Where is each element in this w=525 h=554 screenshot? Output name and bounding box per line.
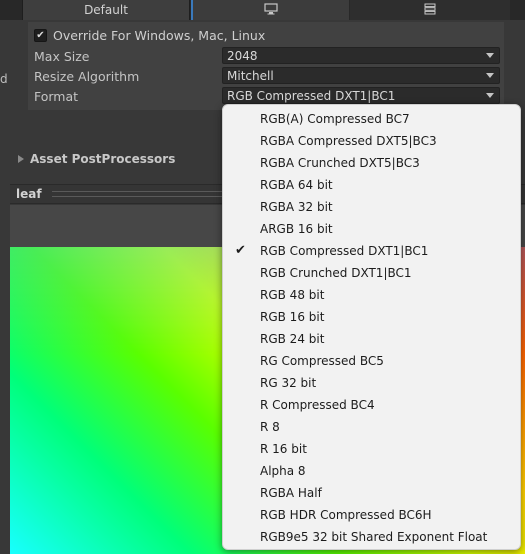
- chevron-down-icon: [486, 73, 494, 78]
- resize-algorithm-label: Resize Algorithm: [34, 69, 140, 84]
- override-row[interactable]: ✔ Override For Windows, Mac, Linux: [34, 25, 265, 45]
- format-option[interactable]: RGBA Compressed DXT5|BC3: [223, 130, 520, 152]
- foldout-arrow-icon: [18, 155, 24, 163]
- platform-tab-bar: Default: [0, 0, 525, 20]
- format-option[interactable]: RGB 48 bit: [223, 284, 520, 306]
- format-option[interactable]: RGB 16 bit: [223, 306, 520, 328]
- resize-algorithm-value: Mitchell: [227, 68, 274, 83]
- format-value: RGB Compressed DXT1|BC1: [227, 88, 396, 103]
- tab-dedicated-server[interactable]: [350, 0, 510, 20]
- format-option-label: RGBA 32 bit: [260, 200, 333, 214]
- format-option-label: RGB9e5 32 bit Shared Exponent Float: [260, 530, 488, 544]
- chevron-down-icon: [486, 53, 494, 58]
- checkmark-icon: ✔: [235, 243, 246, 258]
- format-option[interactable]: RGBA Crunched DXT5|BC3: [223, 152, 520, 174]
- format-option-label: R 16 bit: [260, 442, 307, 456]
- format-option[interactable]: Alpha 8: [223, 460, 520, 482]
- format-option-label: RGB HDR Compressed BC6H: [260, 508, 432, 522]
- format-option-label: ARGB 16 bit: [260, 222, 333, 236]
- monitor-icon: [264, 2, 278, 18]
- format-option[interactable]: ARGB 16 bit: [223, 218, 520, 240]
- format-option[interactable]: ✔ RGB Compressed DXT1|BC1: [223, 240, 520, 262]
- format-option-label: RGBA Crunched DXT5|BC3: [260, 156, 420, 170]
- format-option-label: Alpha 8: [260, 464, 306, 478]
- format-option[interactable]: RG Compressed BC5: [223, 350, 520, 372]
- format-option-label: RGB Crunched DXT1|BC1: [260, 266, 412, 280]
- format-option[interactable]: R 8: [223, 416, 520, 438]
- clipped-label: d: [0, 72, 8, 86]
- max-size-label: Max Size: [34, 49, 90, 64]
- format-option[interactable]: RG 32 bit: [223, 372, 520, 394]
- override-checkbox[interactable]: ✔: [34, 28, 47, 42]
- asset-postprocessors-label: Asset PostProcessors: [30, 152, 176, 166]
- format-option-label: RGB(A) Compressed BC7: [260, 112, 410, 126]
- format-option[interactable]: RGBA Half: [223, 482, 520, 504]
- format-label: Format: [34, 89, 79, 104]
- override-label: Override For Windows, Mac, Linux: [53, 27, 266, 43]
- tab-default[interactable]: Default: [22, 0, 190, 20]
- chevron-down-icon: [486, 93, 494, 98]
- format-option-label: RGB 16 bit: [260, 310, 325, 324]
- format-option-label: RG Compressed BC5: [260, 354, 384, 368]
- format-option-label: R Compressed BC4: [260, 398, 375, 412]
- format-option-label: RGB Compressed DXT1|BC1: [260, 244, 429, 258]
- format-options-list: RGB(A) Compressed BC7 RGBA Compressed DXT…: [223, 108, 520, 548]
- format-option-label: RGBA Compressed DXT5|BC3: [260, 134, 437, 148]
- format-option[interactable]: RGB9e5 32 bit Shared Exponent Float: [223, 526, 520, 548]
- asset-postprocessors-foldout[interactable]: Asset PostProcessors: [18, 152, 175, 166]
- max-size-value: 2048: [227, 48, 258, 63]
- resize-algorithm-dropdown[interactable]: Mitchell: [222, 67, 500, 84]
- format-option-label: RG 32 bit: [260, 376, 317, 390]
- platform-settings-panel: ✔ Override For Windows, Mac, Linux Max S…: [28, 22, 504, 110]
- format-option[interactable]: RGB 24 bit: [223, 328, 520, 350]
- format-option[interactable]: RGB(A) Compressed BC7: [223, 108, 520, 130]
- format-option-label: RGB 24 bit: [260, 332, 325, 346]
- format-option[interactable]: R 16 bit: [223, 438, 520, 460]
- preview-title: leaf: [16, 187, 42, 201]
- format-option[interactable]: RGB HDR Compressed BC6H: [223, 504, 520, 526]
- format-option[interactable]: RGBA 32 bit: [223, 196, 520, 218]
- format-option-label: RGB 48 bit: [260, 288, 325, 302]
- format-dropdown[interactable]: RGB Compressed DXT1|BC1: [222, 87, 500, 104]
- format-option-label: RGBA 64 bit: [260, 178, 333, 192]
- server-icon: [424, 3, 436, 18]
- tab-pc-standalone[interactable]: [191, 0, 349, 20]
- max-size-dropdown[interactable]: 2048: [222, 47, 500, 64]
- format-options-menu: RGB(A) Compressed BC7 RGBA Compressed DXT…: [222, 104, 521, 550]
- format-option[interactable]: RGB Crunched DXT1|BC1: [223, 262, 520, 284]
- format-option[interactable]: RGBA 64 bit: [223, 174, 520, 196]
- format-option[interactable]: R Compressed BC4: [223, 394, 520, 416]
- format-option-label: R 8: [260, 420, 280, 434]
- tab-default-label: Default: [84, 3, 128, 17]
- format-option-label: RGBA Half: [260, 486, 322, 500]
